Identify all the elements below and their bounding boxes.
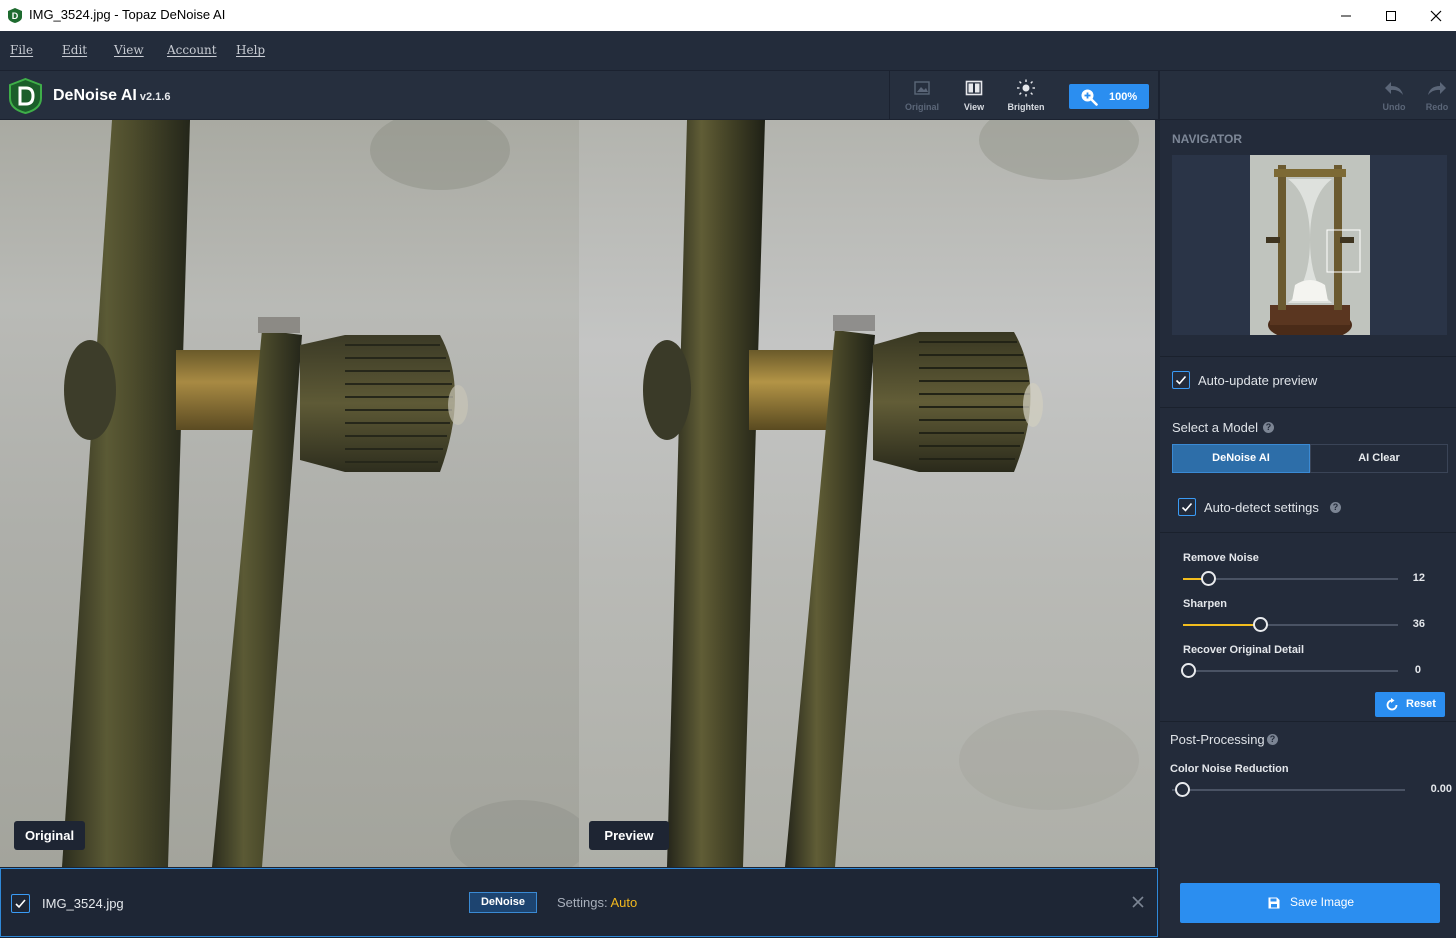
menu-file[interactable]: File: [10, 43, 33, 57]
sharpen-fill: [1183, 624, 1261, 626]
auto-update-label: Auto-update preview: [1198, 373, 1318, 388]
window-title: IMG_3524.jpg - Topaz DeNoise AI: [29, 7, 226, 22]
navigator-title: NAVIGATOR: [1172, 132, 1243, 146]
sharpen-handle[interactable]: [1252, 617, 1268, 632]
file-name: IMG_3524.jpg: [42, 896, 124, 911]
color-noise-handle[interactable]: [1174, 782, 1190, 797]
zoom-in-icon: [1081, 89, 1098, 106]
redo-button[interactable]: Redo: [1411, 71, 1456, 121]
denoise-badge: DeNoise: [469, 892, 537, 913]
checkmark-icon: [15, 899, 26, 909]
remove-noise-handle[interactable]: [1201, 571, 1217, 586]
menu-edit[interactable]: Edit: [62, 43, 87, 57]
reset-icon: [1386, 698, 1398, 711]
settings-label: Settings:: [557, 895, 608, 910]
checkmark-icon: [1181, 502, 1193, 512]
minimize-button[interactable]: [1323, 0, 1369, 31]
settings-panel: NAVIGATOR Auto-update preview Select a M…: [1160, 120, 1456, 867]
navigator[interactable]: [1172, 155, 1447, 335]
checkmark-icon: [1175, 375, 1187, 385]
preview-photo: [579, 120, 1155, 867]
toolbar-divider: [889, 71, 890, 121]
view-mode-label: View: [963, 102, 985, 112]
menu-account[interactable]: Account: [167, 43, 217, 57]
svg-text:D: D: [12, 11, 19, 21]
save-area: Save Image: [1160, 867, 1456, 938]
maximize-button[interactable]: [1368, 0, 1414, 31]
split-view-icon: [965, 80, 983, 96]
remove-file-button[interactable]: [1131, 895, 1145, 914]
preview-tag: Preview: [589, 821, 669, 850]
toolbar: DeNoise AIv2.1.6 Original View Brighten: [0, 70, 1456, 121]
topaz-app-icon: D: [8, 8, 22, 23]
minimize-icon: [1341, 15, 1351, 16]
select-model-label: Select a Model: [1172, 420, 1258, 435]
reset-button[interactable]: Reset: [1375, 692, 1445, 717]
model-ai-clear-button[interactable]: AI Clear: [1310, 444, 1448, 473]
save-image-label: Save Image: [1290, 895, 1355, 909]
help-icon[interactable]: ?: [1263, 422, 1274, 433]
close-button[interactable]: [1413, 0, 1456, 31]
reset-label: Reset: [1406, 698, 1436, 710]
maximize-icon: [1386, 10, 1396, 21]
settings-value: Auto: [610, 895, 638, 910]
color-noise-value: 0.00: [1430, 783, 1452, 795]
original-view-label: Original: [904, 102, 939, 112]
close-icon: [1430, 10, 1442, 21]
original-tag: Original: [14, 821, 85, 850]
app-version: v2.1.6: [139, 91, 171, 103]
menu-help[interactable]: Help: [236, 43, 265, 57]
close-icon: [1132, 896, 1144, 908]
color-noise-label: Color Noise Reduction: [1170, 763, 1289, 775]
recover-detail-handle[interactable]: [1180, 663, 1196, 678]
sun-icon: [1017, 79, 1035, 97]
brighten-button[interactable]: Brighten: [1000, 71, 1052, 121]
sharpen-label: Sharpen: [1183, 598, 1228, 610]
original-photo: [0, 120, 579, 867]
recover-detail-slider[interactable]: [1183, 670, 1398, 672]
zoom-button[interactable]: 100%: [1069, 84, 1149, 109]
app-brand: DeNoise AI v2.1.6: [53, 87, 170, 105]
separator: [1160, 532, 1456, 533]
color-noise-slider[interactable]: [1172, 789, 1405, 791]
original-pane[interactable]: Original: [0, 120, 579, 867]
save-image-button[interactable]: Save Image: [1180, 883, 1440, 923]
redo-label: Redo: [1425, 102, 1449, 112]
model-denoise-ai-button[interactable]: DeNoise AI: [1172, 444, 1310, 473]
app-name: DeNoise AI: [53, 87, 137, 104]
auto-detect-label: Auto-detect settings: [1204, 500, 1319, 515]
preview-pane[interactable]: Preview: [579, 120, 1155, 867]
navigator-thumbnail: [1250, 155, 1370, 335]
separator: [1160, 407, 1456, 408]
separator: [1160, 721, 1456, 722]
remove-noise-label: Remove Noise: [1183, 552, 1259, 564]
image-icon: [914, 81, 930, 95]
settings-summary: Settings: Auto: [557, 895, 637, 910]
original-view-button[interactable]: Original: [896, 71, 948, 121]
denoise-logo-icon: [9, 78, 42, 114]
file-row[interactable]: IMG_3524.jpg DeNoise Settings: Auto: [0, 868, 1158, 937]
help-icon[interactable]: ?: [1267, 734, 1278, 745]
brighten-label: Brighten: [1007, 102, 1045, 112]
auto-update-checkbox[interactable]: [1172, 371, 1190, 389]
auto-detect-checkbox[interactable]: [1178, 498, 1196, 516]
remove-noise-value: 12: [1412, 572, 1425, 584]
redo-icon: [1428, 82, 1446, 95]
title-bar: D IMG_3524.jpg - Topaz DeNoise AI: [0, 0, 1456, 31]
zoom-level: 100%: [1109, 91, 1138, 103]
recover-detail-label: Recover Original Detail: [1183, 644, 1305, 656]
sharpen-value: 36: [1412, 618, 1425, 630]
view-mode-button[interactable]: View: [948, 71, 1000, 121]
undo-icon: [1385, 82, 1403, 95]
post-processing-label: Post-Processing: [1170, 732, 1265, 747]
toolbar-divider-right: [1158, 71, 1160, 121]
file-checkbox[interactable]: [11, 894, 30, 913]
image-comparison-area[interactable]: Original Preview: [0, 120, 1155, 867]
recover-detail-value: 0: [1414, 664, 1421, 676]
help-icon[interactable]: ?: [1330, 502, 1341, 513]
menu-view[interactable]: View: [114, 43, 144, 57]
menu-bar: File Edit View Account Help: [0, 31, 1456, 70]
save-icon: [1268, 897, 1280, 909]
separator: [1160, 356, 1456, 357]
